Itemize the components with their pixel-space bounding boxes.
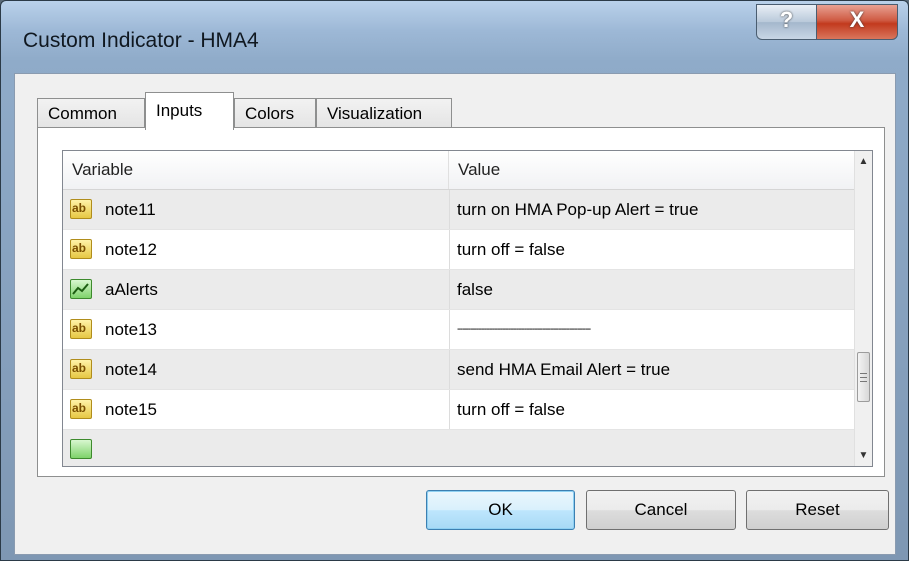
reset-button[interactable]: Reset xyxy=(746,490,889,530)
variable-name: note12 xyxy=(105,240,157,259)
table-row[interactable]: ab note11 turn on HMA Pop-up Alert = tru… xyxy=(63,190,856,230)
variable-name: note15 xyxy=(105,400,157,419)
table-row[interactable]: ab note13 ------------------------------… xyxy=(63,310,856,350)
variable-name: note13 xyxy=(105,320,157,339)
string-ab-icon: ab xyxy=(70,199,92,219)
string-ab-icon: ab xyxy=(70,319,92,339)
variable-value[interactable]: turn off = false xyxy=(457,230,565,269)
help-icon: ? xyxy=(779,7,794,32)
scroll-down-arrow-icon[interactable]: ▼ xyxy=(855,447,872,464)
vertical-scrollbar[interactable]: ▲ ▼ xyxy=(854,151,872,466)
inputs-panel: Variable Value ab note11 turn on HMA Pop… xyxy=(37,127,885,477)
ok-button[interactable]: OK xyxy=(426,490,575,530)
variable-value[interactable]: turn on HMA Pop-up Alert = true xyxy=(457,190,698,229)
scroll-up-arrow-icon[interactable]: ▲ xyxy=(855,153,872,170)
variable-name: note11 xyxy=(105,200,156,219)
tab-visualization[interactable]: Visualization xyxy=(316,98,452,128)
column-header-value[interactable]: Value xyxy=(449,151,855,189)
table-row[interactable]: aAlerts false xyxy=(63,270,856,310)
title-bar[interactable]: Custom Indicator - HMA4 ? X xyxy=(1,1,908,83)
table-row-partial[interactable] xyxy=(63,430,856,466)
tab-colors[interactable]: Colors xyxy=(234,98,316,128)
window-title: Custom Indicator - HMA4 xyxy=(23,29,259,52)
close-icon: X xyxy=(849,7,865,32)
variable-value[interactable]: false xyxy=(457,270,493,309)
close-button[interactable]: X xyxy=(816,4,898,40)
tab-common[interactable]: Common xyxy=(37,98,145,128)
variable-value[interactable]: send HMA Email Alert = true xyxy=(457,350,670,389)
variable-value[interactable]: turn off = false xyxy=(457,390,565,429)
variable-name: aAlerts xyxy=(105,280,158,299)
dialog-client-area: Common Inputs Colors Visualization Varia… xyxy=(14,73,896,555)
bool-chart-icon xyxy=(70,279,92,299)
string-ab-icon: ab xyxy=(70,239,92,259)
scrollbar-thumb[interactable] xyxy=(857,352,870,402)
cancel-button[interactable]: Cancel xyxy=(586,490,736,530)
column-header-variable[interactable]: Variable xyxy=(63,151,449,189)
table-row[interactable]: ab note14 send HMA Email Alert = true xyxy=(63,350,856,390)
variable-value[interactable]: ----------------------------------------… xyxy=(457,310,591,349)
table-row[interactable]: ab note12 turn off = false xyxy=(63,230,856,270)
help-button[interactable]: ? xyxy=(756,4,816,40)
string-ab-icon: ab xyxy=(70,399,92,419)
tab-inputs[interactable]: Inputs xyxy=(145,92,234,130)
table-row[interactable]: ab note15 turn off = false xyxy=(63,390,856,430)
bool-chart-icon xyxy=(70,439,92,459)
string-ab-icon: ab xyxy=(70,359,92,379)
grid-header: Variable Value xyxy=(63,151,856,190)
inputs-grid: Variable Value ab note11 turn on HMA Pop… xyxy=(62,150,873,467)
dialog-window: Custom Indicator - HMA4 ? X Common Input… xyxy=(0,0,909,561)
variable-name: note14 xyxy=(105,360,157,379)
